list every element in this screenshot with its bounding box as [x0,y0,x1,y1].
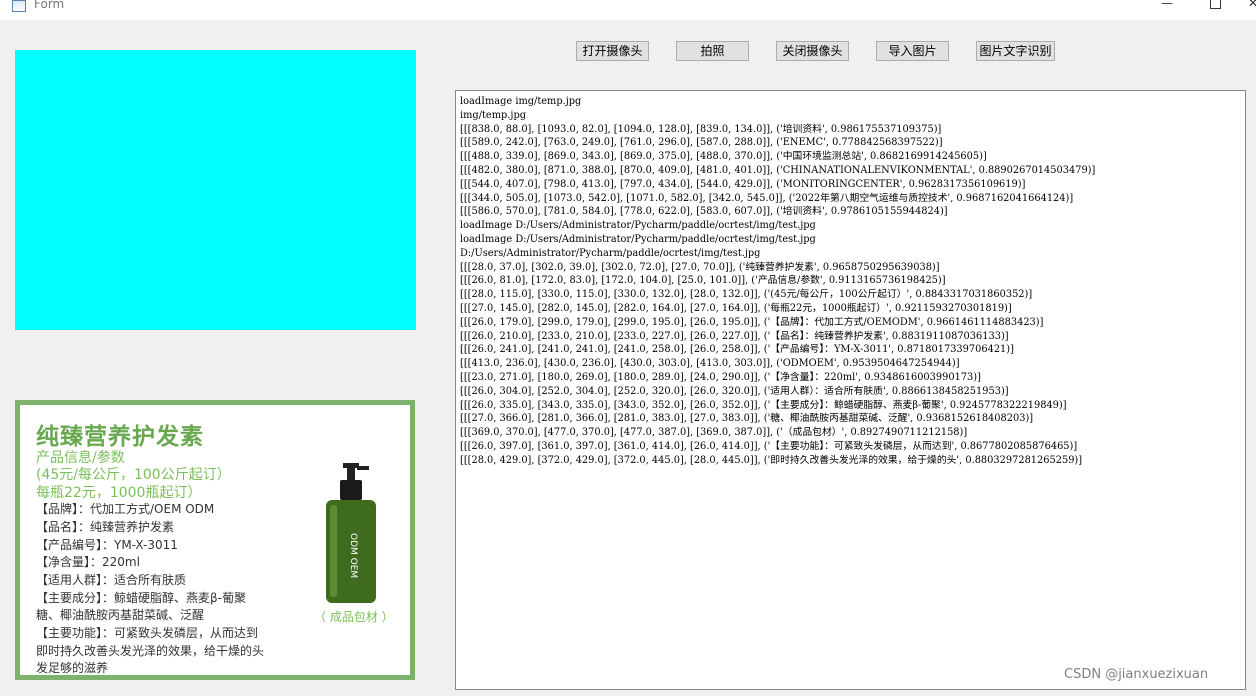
take-photo-button[interactable]: 拍照 [676,41,749,61]
log-line: [[[27.0, 366.0], [281.0, 366.0], [281.0,… [460,413,1034,425]
log-line: loadImage D:/Users/Administrator/Pycharm… [460,233,816,245]
maximize-button[interactable] [1200,0,1230,14]
log-line: [[[482.0, 380.0], [871.0, 388.0], [870.0… [460,164,1096,176]
product-line: 【主要功能】：可紧致头发磷层，从而达到 [36,626,259,640]
product-price-bulk: (45元/每公斤，100公斤起订） [36,467,231,483]
bottle-illustration: ODM OEM [326,463,376,603]
log-line: [[[369.0, 370.0], [477.0, 370.0], [477.0… [460,427,968,439]
import-image-button[interactable]: 导入图片 [876,41,949,61]
product-line: 【适用人群】：适合所有肤质 [36,573,187,587]
minimize-button[interactable]: — [1152,0,1182,14]
product-line: 【品名】：纯臻营养护发素 [36,520,175,534]
log-line: [[[26.0, 241.0], [241.0, 241.0], [241.0,… [460,344,1014,356]
log-line: [[[413.0, 236.0], [430.0, 236.0], [430.0… [460,358,960,370]
log-line: loadImage img/temp.jpg [460,96,582,107]
product-line: 【产品编号】：YM-X-3011 [36,538,178,552]
ocr-button[interactable]: 图片文字识别 [976,41,1055,61]
close-button[interactable]: ✕ [1238,0,1256,14]
log-line: [[[26.0, 179.0], [299.0, 179.0], [299.0,… [460,316,1044,328]
log-line: [[[28.0, 429.0], [372.0, 429.0], [372.0,… [460,454,1083,466]
log-line: [[[28.0, 37.0], [302.0, 39.0], [302.0, 7… [460,261,940,273]
product-title: 纯臻营养护发素 [36,424,204,450]
log-line: img/temp.jpg [460,109,526,121]
log-line: [[[26.0, 335.0], [343.0, 335.0], [343.0,… [460,399,1067,411]
log-line: [[[26.0, 81.0], [172.0, 83.0], [172.0, 1… [460,275,946,287]
product-price-bottle: 每瓶22元，1000瓶起订） [36,485,202,501]
log-line: [[[488.0, 339.0], [869.0, 343.0], [869.0… [460,151,987,163]
camera-preview [15,50,416,330]
ocr-output-textbox[interactable]: loadImage img/temp.jpg img/temp.jpg [[[8… [455,90,1246,690]
product-line: 【净含量】：220ml [36,555,140,569]
product-line: 【品牌】：代加工方式/OEM ODM [36,502,215,516]
log-line: [[[838.0, 88.0], [1093.0, 82.0], [1094.0… [460,123,942,135]
product-line: 发足够的滋养 [36,661,109,675]
log-line: [[[26.0, 304.0], [252.0, 304.0], [252.0,… [460,385,1009,397]
log-line: [[[344.0, 505.0], [1073.0, 542.0], [1071… [460,192,1074,204]
product-line: 即时持久改善头发光泽的效果，给干燥的头 [36,644,265,658]
product-image: 纯臻营养护发素 产品信息/参数 (45元/每公斤，100公斤起订） 每瓶22元，… [15,400,415,680]
watermark: CSDN @jianxuezixuan [1064,667,1209,682]
bottle-label: ODM OEM [348,533,358,578]
maximize-icon [1209,0,1221,9]
log-line: [[[26.0, 397.0], [361.0, 397.0], [361.0,… [460,440,1078,452]
title-bar: Form — ✕ [0,0,1256,20]
log-line: [[[27.0, 145.0], [282.0, 145.0], [282.0,… [460,302,1012,314]
log-line: loadImage D:/Users/Administrator/Pycharm… [460,220,816,232]
window-title: Form [34,0,65,11]
open-camera-button[interactable]: 打开摄像头 [576,41,649,61]
product-line: 糖、椰油酰胺丙基甜菜碱、泛醒 [36,608,205,622]
log-line: [[[23.0, 271.0], [180.0, 269.0], [180.0,… [460,371,981,383]
product-caption: （ 成品包材 ） [314,610,394,624]
log-line: [[[589.0, 242.0], [763.0, 249.0], [761.0… [460,137,943,149]
log-line: [[[544.0, 407.0], [798.0, 413.0], [797.0… [460,178,1026,190]
app-icon [12,0,26,12]
product-image-content: 纯臻营养护发素 产品信息/参数 (45元/每公斤，100公斤起订） 每瓶22元，… [20,405,410,675]
product-line: 【主要成分】：鲸蜡硬脂醇、燕麦β-葡聚 [36,591,246,605]
log-line: [[[28.0, 115.0], [330.0, 115.0], [330.0,… [460,289,1033,301]
log-line: [[[26.0, 210.0], [233.0, 210.0], [233.0,… [460,330,1009,342]
log-line: D:/Users/Administrator/Pycharm/paddle/oc… [460,247,761,259]
close-camera-button[interactable]: 关闭摄像头 [776,41,849,61]
log-line: [[[586.0, 570.0], [781.0, 584.0], [778.0… [460,206,948,218]
